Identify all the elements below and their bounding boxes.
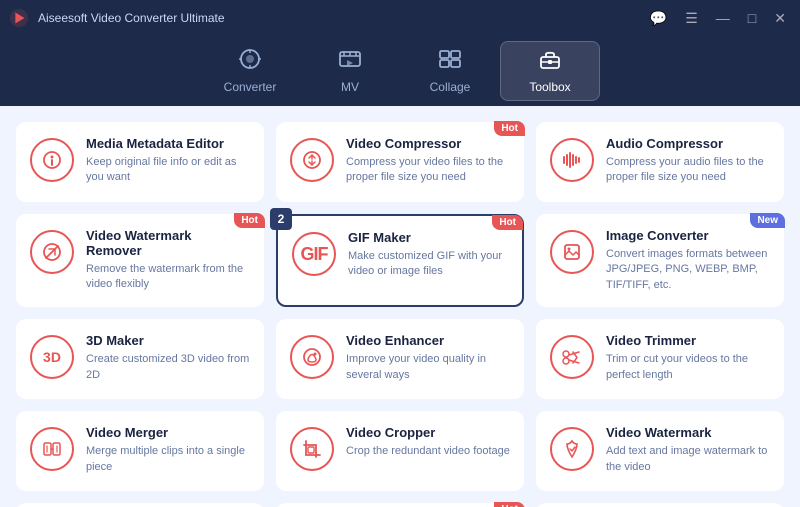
tool-audio-compressor[interactable]: Audio Compressor Compress your audio fil… [536,122,784,202]
3d-maker-info: 3D Maker Create customized 3D video from… [86,333,250,383]
audio-compressor-desc: Compress your audio files to the proper … [606,155,770,186]
nav-converter[interactable]: Converter [200,41,300,101]
3d-maker-desc: Create customized 3D video from 2D [86,352,250,383]
gif-maker-desc: Make customized GIF with your video or i… [348,249,508,280]
converter-icon [237,48,263,76]
tool-video-trimmer[interactable]: Video Trimmer Trim or cut your videos to… [536,319,784,399]
gif-text-icon: GIF [301,244,328,265]
video-compressor-name: Video Compressor [346,136,510,151]
nav-collage[interactable]: Collage [400,41,500,101]
video-compressor-icon-wrap [290,138,334,182]
toolbox-icon [537,48,563,76]
gif-maker-badge: Hot [492,215,523,230]
tool-image-converter[interactable]: New Image Converter Convert images forma… [536,214,784,307]
main-content: Media Metadata Editor Keep original file… [0,106,800,507]
video-merger-desc: Merge multiple clips into a single piece [86,444,250,475]
app-logo-icon [8,7,30,29]
tool-3d-maker[interactable]: 3D 3D Maker Create customized 3D video f… [16,319,264,399]
message-button[interactable]: 💬 [644,8,673,29]
tools-grid: Media Metadata Editor Keep original file… [16,122,784,507]
video-merger-name: Video Merger [86,425,250,440]
video-enhancer-icon-wrap [290,335,334,379]
video-compressor-info: Video Compressor Compress your video fil… [346,136,510,186]
video-enhancer-desc: Improve your video quality in several wa… [346,352,510,383]
gif-maker-name: GIF Maker [348,230,508,245]
tool-color-correction[interactable]: Color Correction [16,503,264,507]
tool-video-watermark-remover[interactable]: Hot Video Watermark Remover Remove the w… [16,214,264,307]
image-converter-name: Image Converter [606,228,770,243]
video-merger-info: Video Merger Merge multiple clips into a… [86,425,250,475]
titlebar: Aiseesoft Video Converter Ultimate 💬 ☰ —… [0,0,800,36]
video-compressor-desc: Compress your video files to the proper … [346,155,510,186]
nav-toolbox[interactable]: Toolbox [500,41,600,101]
tool-video-merger[interactable]: Video Merger Merge multiple clips into a… [16,411,264,491]
tool-video-watermark[interactable]: Video Watermark Add text and image water… [536,411,784,491]
image-converter-badge: New [750,213,785,228]
video-watermark-info: Video Watermark Add text and image water… [606,425,770,475]
gif-maker-step-badge: 2 [270,208,292,230]
audio-compressor-icon-wrap [550,138,594,182]
tool-video-reverser[interactable]: Video Reverser [536,503,784,507]
video-compressor-badge: Hot [494,121,525,136]
3d-icon: 3D [43,349,61,365]
video-watermark-desc: Add text and image watermark to the vide… [606,444,770,475]
toolbox-label: Toolbox [529,80,570,94]
tool-video-compressor[interactable]: Hot Video Compressor Compress your video… [276,122,524,202]
collage-icon [437,48,463,76]
tool-video-speed[interactable]: Hot Video Speed Controller [276,503,524,507]
video-merger-icon-wrap [30,427,74,471]
image-converter-info: Image Converter Convert images formats b… [606,228,770,293]
maximize-button[interactable]: □ [742,8,762,28]
nav-mv[interactable]: MV [300,41,400,101]
media-metadata-info: Media Metadata Editor Keep original file… [86,136,250,186]
mv-label: MV [341,80,359,94]
video-enhancer-info: Video Enhancer Improve your video qualit… [346,333,510,383]
mv-icon [337,48,363,76]
video-speed-badge: Hot [494,502,525,507]
close-button[interactable]: ✕ [768,8,792,29]
audio-compressor-info: Audio Compressor Compress your audio fil… [606,136,770,186]
media-metadata-desc: Keep original file info or edit as you w… [86,155,250,186]
video-trimmer-name: Video Trimmer [606,333,770,348]
3d-maker-name: 3D Maker [86,333,250,348]
app-title: Aiseesoft Video Converter Ultimate [38,11,644,25]
gif-maker-info: GIF Maker Make customized GIF with your … [348,230,508,280]
gif-maker-icon-wrap: GIF [292,232,336,276]
minimize-button[interactable]: — [710,8,736,28]
image-converter-desc: Convert images formats between JPG/JPEG,… [606,247,770,293]
video-watermark-name: Video Watermark [606,425,770,440]
video-trimmer-info: Video Trimmer Trim or cut your videos to… [606,333,770,383]
watermark-remover-badge: Hot [234,213,265,228]
video-cropper-info: Video Cropper Crop the redundant video f… [346,425,510,459]
video-trimmer-icon-wrap [550,335,594,379]
video-cropper-icon-wrap [290,427,334,471]
video-watermark-icon-wrap [550,427,594,471]
tool-media-metadata[interactable]: Media Metadata Editor Keep original file… [16,122,264,202]
video-cropper-name: Video Cropper [346,425,510,440]
image-converter-icon-wrap [550,230,594,274]
menu-button[interactable]: ☰ [679,8,704,29]
watermark-remover-info: Video Watermark Remover Remove the water… [86,228,250,293]
converter-label: Converter [224,80,277,94]
3d-maker-icon-wrap: 3D [30,335,74,379]
tool-video-enhancer[interactable]: Video Enhancer Improve your video qualit… [276,319,524,399]
video-cropper-desc: Crop the redundant video footage [346,444,510,459]
watermark-remover-desc: Remove the watermark from the video flex… [86,262,250,293]
collage-label: Collage [430,80,471,94]
watermark-remover-name: Video Watermark Remover [86,228,250,258]
media-metadata-name: Media Metadata Editor [86,136,250,151]
audio-compressor-name: Audio Compressor [606,136,770,151]
media-metadata-icon-wrap [30,138,74,182]
video-enhancer-name: Video Enhancer [346,333,510,348]
tool-video-cropper[interactable]: Video Cropper Crop the redundant video f… [276,411,524,491]
tool-gif-maker[interactable]: 2 Hot GIF GIF Maker Make customized GIF … [276,214,524,307]
window-controls: 💬 ☰ — □ ✕ [644,8,792,29]
watermark-remover-icon-wrap [30,230,74,274]
video-trimmer-desc: Trim or cut your videos to the perfect l… [606,352,770,383]
navbar: Converter MV Collage [0,36,800,106]
